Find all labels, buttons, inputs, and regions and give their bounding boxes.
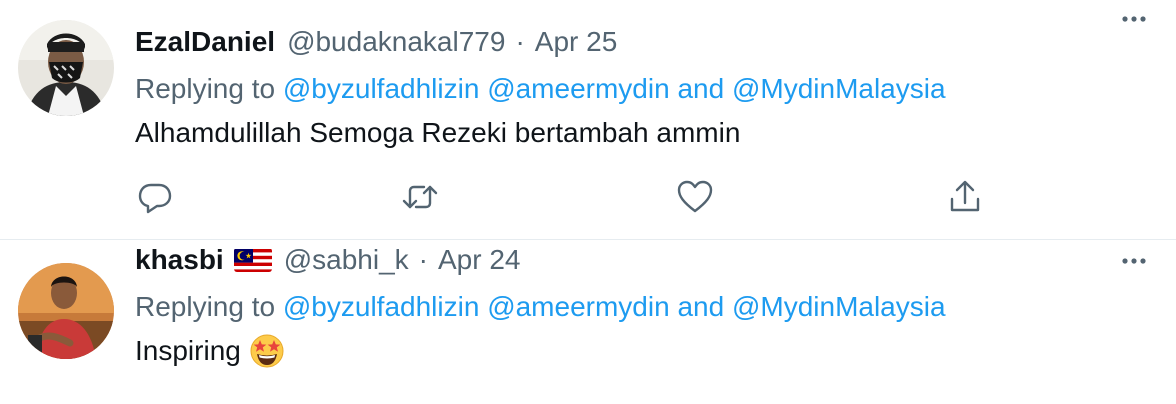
avatar[interactable] xyxy=(18,263,114,359)
replying-to-label: Replying to xyxy=(135,73,276,104)
mention-link[interactable]: @MydinMalaysia xyxy=(732,291,946,322)
tweet[interactable]: EzalDaniel @budaknakal779 · Apr 25 Reply… xyxy=(0,0,1176,240)
like-icon[interactable] xyxy=(675,177,715,217)
malaysia-flag-icon xyxy=(233,248,272,272)
reply-icon[interactable] xyxy=(135,177,175,217)
replying-to: Replying to @byzulfadhlizin @ameermydin … xyxy=(135,286,1176,328)
replying-to-label: Replying to xyxy=(135,291,276,322)
mention-link[interactable]: @ameermydin xyxy=(487,291,669,322)
display-name[interactable]: khasbi xyxy=(135,244,224,276)
mention-link[interactable]: @MydinMalaysia xyxy=(732,73,946,104)
username[interactable]: @sabhi_k xyxy=(284,244,409,276)
tweet-text: Inspiring xyxy=(135,330,1176,372)
star-struck-emoji-icon xyxy=(249,333,285,369)
mention-link[interactable]: @ameermydin xyxy=(487,73,669,104)
tweet-date[interactable]: Apr 25 xyxy=(535,26,618,58)
mention-conjunction: and xyxy=(677,73,725,104)
mention-conjunction: and xyxy=(677,291,725,322)
tweet[interactable]: khasbi @sabhi_k · Apr 24 Replying to @by… xyxy=(0,240,1176,404)
mention-link[interactable]: @byzulfadhlizin xyxy=(283,73,480,104)
tweet-text-content: Alhamdulillah Semoga Rezeki bertambah am… xyxy=(135,117,741,148)
tweet-date[interactable]: Apr 24 xyxy=(438,244,521,276)
more-options-icon[interactable] xyxy=(1114,4,1154,34)
separator-dot: · xyxy=(418,244,428,275)
tweet-actions xyxy=(135,177,995,217)
replying-to: Replying to @byzulfadhlizin @ameermydin … xyxy=(135,68,1176,110)
tweet-header: khasbi @sabhi_k · Apr 24 xyxy=(135,242,1176,278)
mention-link[interactable]: @byzulfadhlizin xyxy=(283,291,480,322)
username[interactable]: @budaknakal779 xyxy=(287,26,505,58)
avatar[interactable] xyxy=(18,20,114,116)
separator-dot: · xyxy=(515,26,525,57)
tweet-header: EzalDaniel @budaknakal779 · Apr 25 xyxy=(135,24,1176,60)
retweet-icon[interactable] xyxy=(400,177,440,217)
more-options-icon[interactable] xyxy=(1114,246,1154,276)
display-name[interactable]: EzalDaniel xyxy=(135,26,275,58)
tweet-text-content: Inspiring xyxy=(135,335,241,366)
tweet-text: Alhamdulillah Semoga Rezeki bertambah am… xyxy=(135,112,1176,154)
share-icon[interactable] xyxy=(945,177,985,217)
